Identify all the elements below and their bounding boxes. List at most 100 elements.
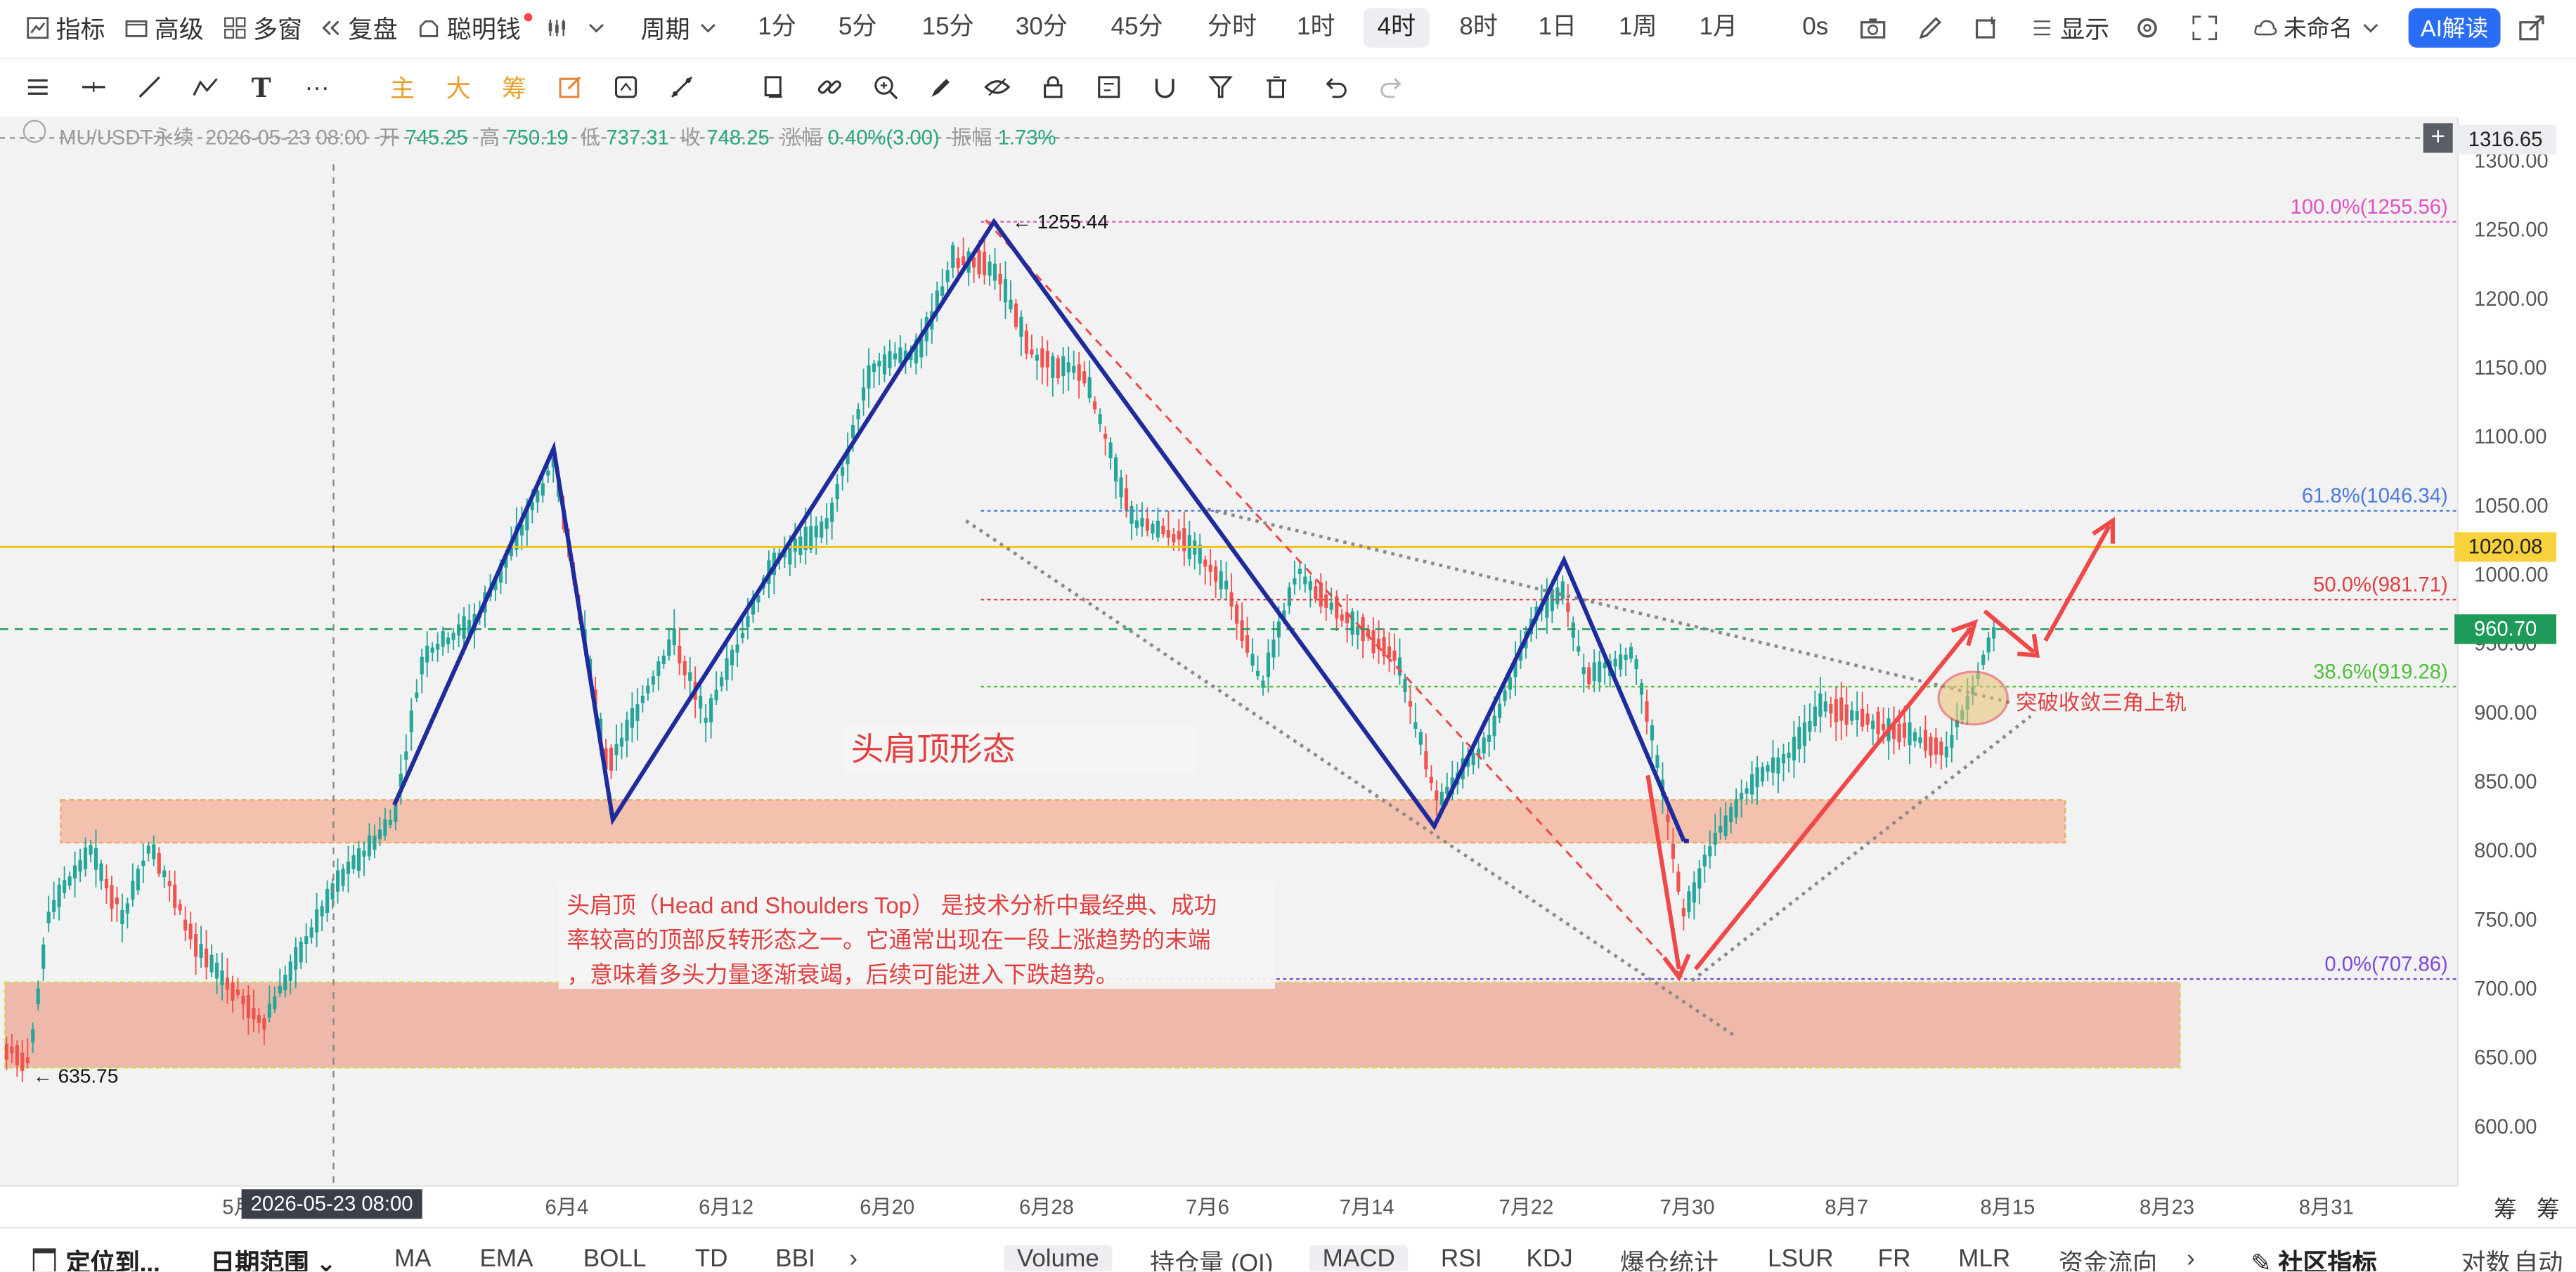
big-order-button[interactable]: 大 — [444, 72, 473, 103]
sub-fr[interactable]: FR — [1878, 1245, 1911, 1271]
axis-mode-label[interactable]: 筹 — [2494, 1193, 2517, 1226]
sub-lsur[interactable]: LSUR — [1768, 1245, 1834, 1271]
chevron-right-icon[interactable]: › — [849, 1245, 857, 1271]
text-tool[interactable]: T — [247, 72, 276, 103]
sub-fundflow[interactable]: 资金流向 — [2059, 1245, 2157, 1271]
open-value: 745.25 — [405, 126, 468, 150]
indicator-ma[interactable]: MA — [394, 1245, 432, 1271]
hide-tool[interactable] — [983, 72, 1012, 102]
period-1mo[interactable]: 1月 — [1689, 8, 1748, 48]
copy-tool[interactable] — [759, 72, 789, 102]
ai-interpret-button[interactable]: AI解读 — [2408, 8, 2501, 48]
camera-button[interactable] — [1860, 11, 1886, 44]
triangle-lower-line[interactable] — [1691, 715, 2032, 982]
period-1m[interactable]: 1分 — [749, 8, 805, 48]
candle-body — [746, 616, 750, 628]
multiline-tool[interactable] — [190, 72, 220, 102]
sub-kdj[interactable]: KDJ — [1526, 1245, 1572, 1271]
candle-body — [940, 286, 945, 296]
trendline-tool[interactable] — [135, 72, 164, 102]
indicator-td[interactable]: TD — [695, 1245, 728, 1271]
smartmoney-button[interactable]: 聪明钱 — [418, 11, 536, 44]
period-45m[interactable]: 45分 — [1104, 8, 1170, 48]
brush-tool[interactable] — [926, 72, 956, 102]
fullscreen-icon — [2192, 15, 2218, 41]
newwindow-button[interactable] — [1973, 11, 1999, 44]
neckline-zone[interactable] — [60, 799, 2066, 844]
candle-body — [1214, 566, 1218, 582]
indicators-button[interactable]: 指标 — [26, 11, 105, 44]
measure-tool[interactable] — [667, 72, 697, 102]
chip-dist-button[interactable]: 筹 — [500, 72, 529, 103]
period-1d[interactable]: 1日 — [1529, 8, 1585, 48]
settings-button[interactable] — [2134, 11, 2160, 44]
export-button[interactable] — [2518, 11, 2544, 44]
indicator-boll[interactable]: BOLL — [583, 1245, 647, 1271]
sub-liquidation[interactable]: 爆仓统计 — [1620, 1245, 1719, 1271]
collapse-icon[interactable] — [22, 119, 46, 143]
sub-volume[interactable]: Volume — [1004, 1245, 1113, 1272]
chart-type-button[interactable] — [545, 11, 608, 44]
amplitude-value: 1.73% — [997, 126, 1056, 150]
sub-mlr[interactable]: MLR — [1958, 1245, 2010, 1271]
locate-button[interactable]: 定位到... — [32, 1245, 160, 1272]
lock-tool[interactable] — [1038, 72, 1068, 102]
candle-body — [67, 876, 72, 886]
add-alert-button[interactable]: + — [2423, 123, 2453, 153]
hline-tool[interactable] — [79, 72, 108, 102]
multiwindow-button[interactable]: 多窗 — [224, 11, 302, 44]
period-15m[interactable]: 15分 — [915, 8, 980, 48]
sub-oi[interactable]: 持仓量 (OI) — [1150, 1245, 1273, 1271]
indicator-ema[interactable]: EMA — [480, 1245, 533, 1271]
candle-body — [1950, 735, 1954, 748]
cycle-tool[interactable] — [611, 72, 641, 102]
symbol-name[interactable]: MU/USDT永续 — [59, 126, 194, 150]
period-menu[interactable]: 周期 — [641, 11, 720, 44]
delete-tool[interactable] — [1262, 72, 1291, 102]
period-1w[interactable]: 1周 — [1608, 8, 1667, 48]
candle-body — [1271, 640, 1276, 658]
candle-body — [1087, 377, 1092, 398]
chevron-right-icon[interactable]: › — [2187, 1245, 2195, 1271]
template-tool[interactable] — [1094, 72, 1124, 102]
price-tick-label: 600.00 — [2474, 1116, 2537, 1138]
community-indicators-button[interactable]: ✎ 社区指标 — [2251, 1245, 2376, 1271]
forecast-arrows[interactable] — [1645, 517, 2115, 982]
fullscreen-button[interactable] — [2192, 11, 2218, 44]
filter-tool[interactable] — [1206, 72, 1236, 102]
log-scale-toggle[interactable]: 对数 — [2461, 1245, 2510, 1271]
breakout-highlight[interactable] — [1937, 670, 2009, 726]
price-tick-label: 650.00 — [2474, 1047, 2537, 1070]
layout-name-menu[interactable]: 未命名 — [2254, 11, 2382, 44]
auto-scale-toggle[interactable]: 自动 — [2513, 1245, 2563, 1271]
advanced-button[interactable]: 高级 — [125, 11, 204, 44]
period-4h[interactable]: 4时 — [1364, 8, 1430, 48]
redo-button[interactable] — [1377, 72, 1406, 102]
zoom-tool[interactable] — [871, 72, 900, 102]
candle-body — [740, 632, 745, 638]
more-tools-button[interactable]: ··· — [302, 72, 332, 102]
sub-macd[interactable]: MACD — [1309, 1245, 1409, 1272]
period-5m[interactable]: 5分 — [829, 8, 885, 48]
magnet-tool[interactable] — [1150, 72, 1179, 102]
display-menu[interactable]: 显示 — [2031, 11, 2109, 44]
chart-panel[interactable]: ← 1255.44 ← 635.75 100.0%(1255.56) 61.8%… — [0, 116, 2576, 1226]
period-30m[interactable]: 30分 — [1009, 8, 1074, 48]
link-tool[interactable] — [815, 72, 844, 102]
date-range-menu[interactable]: 日期范围 ⌄ — [210, 1245, 336, 1271]
replay-button[interactable]: 复盘 — [318, 11, 398, 44]
main-chip-button[interactable]: 主 — [388, 72, 418, 103]
period-timeline[interactable]: 分时 — [1199, 8, 1264, 48]
candlestick-chart[interactable]: ← 1255.44 ← 635.75 100.0%(1255.56) 61.8%… — [0, 116, 2576, 1226]
indicator-bbi[interactable]: BBI — [775, 1245, 815, 1271]
undo-button[interactable] — [1321, 72, 1350, 102]
period-8h[interactable]: 8时 — [1451, 8, 1506, 48]
period-1h[interactable]: 1时 — [1288, 8, 1344, 48]
support-zone[interactable] — [4, 981, 2181, 1069]
axis-mode-label-2[interactable]: 筹 — [2537, 1193, 2560, 1226]
edit-tool[interactable] — [555, 72, 585, 102]
draw-button[interactable] — [1917, 11, 1943, 44]
menu-button[interactable] — [23, 72, 53, 102]
sub-rsi[interactable]: RSI — [1441, 1245, 1482, 1271]
candle-body — [377, 829, 382, 840]
